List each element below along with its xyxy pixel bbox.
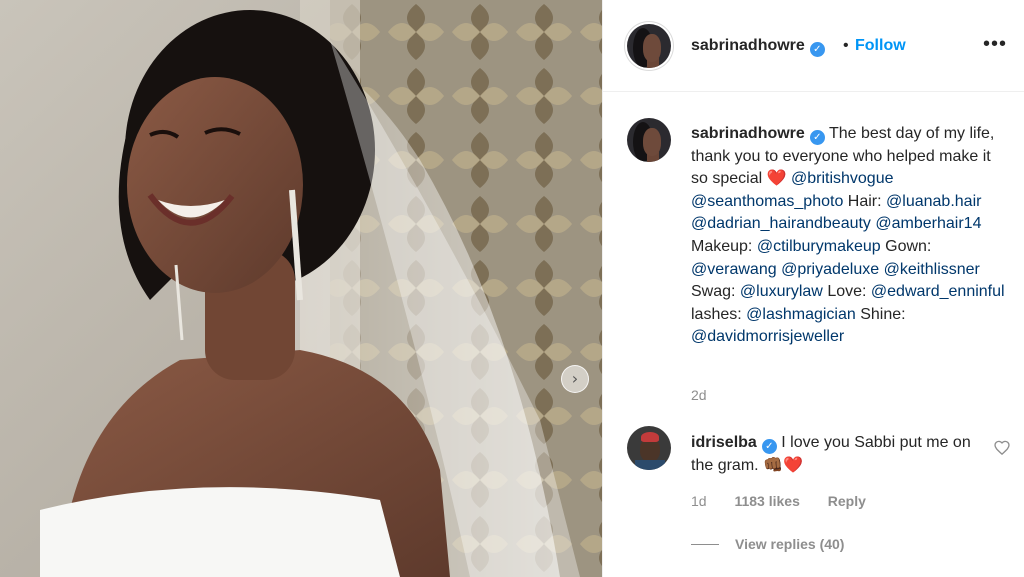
- caption-text: Hair:: [847, 192, 882, 210]
- more-options-icon[interactable]: •••: [983, 33, 1007, 56]
- mention-link[interactable]: @luxurylaw: [740, 283, 823, 300]
- comment-likes-count[interactable]: 1183 likes: [734, 493, 799, 509]
- commenter-username-link[interactable]: idriselba: [691, 434, 757, 451]
- comment-emoji: 👊🏾❤️: [763, 457, 803, 474]
- post-photo[interactable]: ›: [0, 0, 602, 577]
- reply-button[interactable]: Reply: [828, 493, 866, 509]
- replies-divider-line: [691, 544, 719, 545]
- mention-link[interactable]: @ctilburymakeup: [757, 238, 881, 255]
- chevron-right-icon: ›: [571, 369, 579, 388]
- mention-link[interactable]: @luanab.hair: [886, 193, 981, 210]
- mention-link[interactable]: @amberhair14: [875, 215, 981, 232]
- verified-badge-icon: ✓: [809, 130, 825, 145]
- caption-text: lashes:: [691, 305, 742, 323]
- mention-link[interactable]: @dadrian_hairandbeauty: [691, 215, 871, 232]
- mention-link[interactable]: @britishvogue: [791, 170, 894, 187]
- mention-link[interactable]: @keithlissner: [884, 261, 980, 278]
- follow-button[interactable]: Follow: [855, 37, 906, 55]
- view-replies-button[interactable]: View replies (40): [691, 536, 844, 552]
- verified-badge-icon: ✓: [761, 439, 777, 454]
- comment-timestamp[interactable]: 1d: [691, 493, 707, 509]
- mention-link[interactable]: @priyadeluxe: [781, 261, 879, 278]
- verified-badge-icon: ✓: [809, 42, 825, 57]
- comment-body: idriselba ✓ I love you Sabbi put me on th…: [691, 431, 976, 477]
- heart-outline-icon[interactable]: [994, 440, 1010, 455]
- bride-photo-illustration: [0, 0, 602, 577]
- separator-dot: •: [843, 37, 849, 54]
- caption-text: Makeup:: [691, 237, 753, 255]
- mention-link[interactable]: @seanthomas_photo: [691, 193, 843, 210]
- post-caption: sabrinadhowre ✓ The best day of my life, …: [691, 123, 1009, 349]
- mention-link[interactable]: @davidmorrisjeweller: [691, 328, 844, 345]
- caption-author-avatar[interactable]: [627, 118, 671, 162]
- author-avatar[interactable]: [627, 24, 671, 68]
- caption-username-link[interactable]: sabrinadhowre: [691, 125, 805, 142]
- caption-text: Gown:: [885, 237, 932, 255]
- commenter-avatar[interactable]: [627, 426, 671, 470]
- mention-link[interactable]: @edward_enninful: [871, 283, 1005, 300]
- heart-emoji: ❤️: [766, 170, 787, 188]
- caption-timestamp[interactable]: 2d: [691, 387, 707, 403]
- caption-text: Swag:: [691, 283, 736, 301]
- mention-link[interactable]: @lashmagician: [746, 306, 856, 323]
- post-side-panel: sabrinadhowre ✓ • Follow ••• sabrinadhowr…: [602, 0, 1024, 577]
- mention-link[interactable]: @verawang: [691, 261, 777, 278]
- author-username-link[interactable]: sabrinadhowre ✓: [691, 37, 825, 57]
- caption-text: Shine:: [860, 305, 906, 323]
- caption-text: Love:: [827, 283, 867, 301]
- comment-meta: 1d 1183 likes Reply: [691, 493, 890, 509]
- carousel-next-button[interactable]: ›: [561, 365, 589, 393]
- post-header: sabrinadhowre ✓ • Follow •••: [603, 0, 1024, 92]
